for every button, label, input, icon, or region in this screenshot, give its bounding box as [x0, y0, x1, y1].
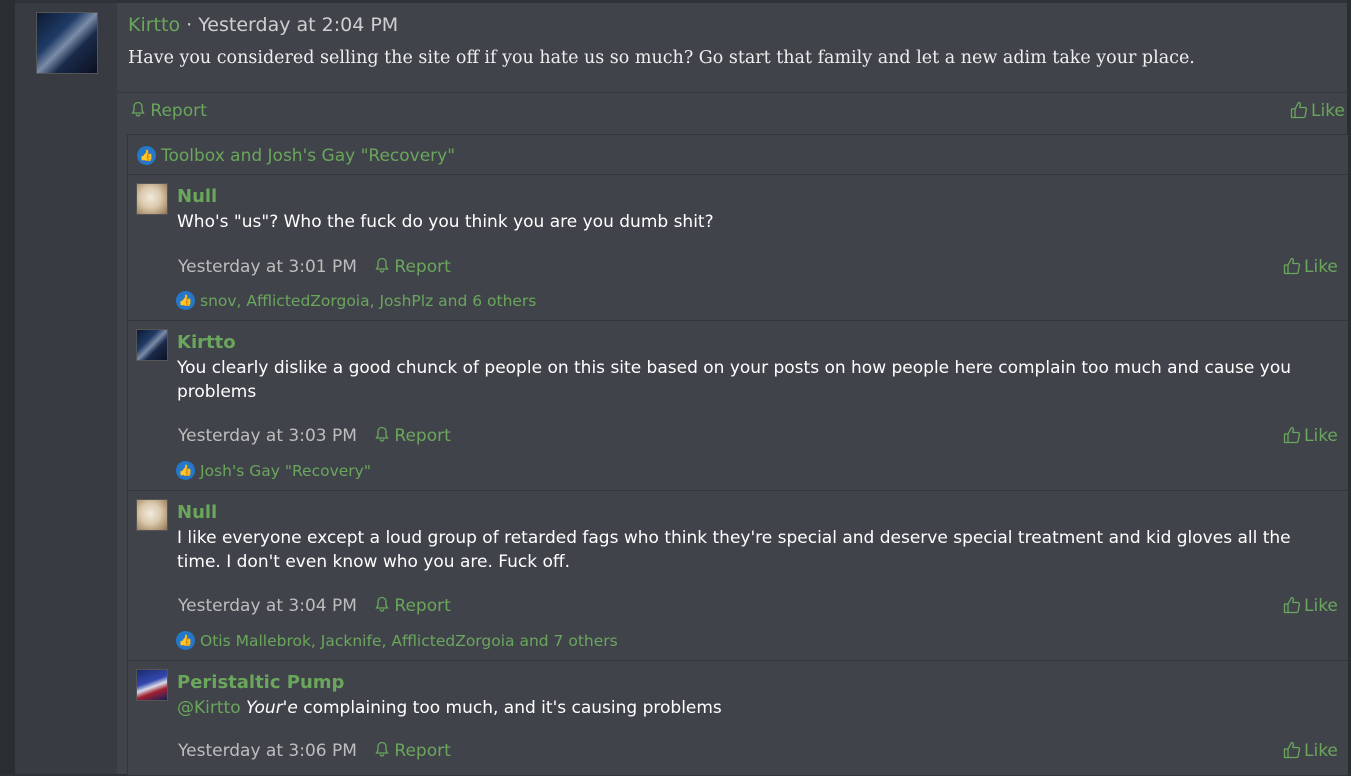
- comment-text: Who's "us"? Who the fuck do you think yo…: [177, 212, 714, 232]
- comment-like-button[interactable]: Like: [1283, 741, 1338, 761]
- thumbs-up-badge-icon: 👍: [137, 146, 156, 165]
- comment-timestamp[interactable]: Yesterday at 3:03 PM: [178, 426, 357, 446]
- comment-like-label: Like: [1304, 596, 1338, 616]
- post-author-link[interactable]: Kirtto: [128, 14, 180, 36]
- bell-icon: [375, 596, 389, 612]
- post-report-label: Report: [150, 101, 207, 121]
- post-like-button[interactable]: Like: [1290, 101, 1345, 121]
- comment-author[interactable]: Kirtto: [177, 332, 236, 353]
- comment-like-button[interactable]: Like: [1283, 257, 1338, 277]
- comment-like-label: Like: [1304, 426, 1338, 446]
- thumbs-up-icon: [1283, 741, 1301, 759]
- comment-report-label: Report: [394, 426, 451, 446]
- comment-item: Null I like everyone except a loud group…: [128, 491, 1348, 661]
- comment-likers-link[interactable]: Otis Mallebrok, Jacknife, AfflictedZorgo…: [200, 632, 618, 650]
- avatar[interactable]: [136, 499, 168, 531]
- comment-text-rest: complaining too much, and it's causing p…: [297, 698, 722, 718]
- thumbs-up-icon: [1283, 426, 1301, 444]
- bell-icon: [375, 257, 389, 273]
- comment-timestamp[interactable]: Yesterday at 3:06 PM: [178, 741, 357, 761]
- post-body: Have you considered selling the site off…: [128, 48, 1195, 68]
- top-divider: [15, 0, 1347, 3]
- thumbs-up-icon: [1290, 101, 1308, 119]
- bell-icon: [375, 426, 389, 442]
- comment-like-label: Like: [1304, 257, 1338, 277]
- bell-icon: [375, 741, 389, 757]
- comment-item: Kirtto You clearly dislike a good chunck…: [128, 321, 1348, 491]
- bell-icon: [131, 101, 145, 117]
- post-user-column: [15, 3, 117, 774]
- thumbs-up-badge-icon: 👍: [176, 291, 195, 310]
- avatar[interactable]: [136, 183, 168, 215]
- comment-report-button[interactable]: Report: [375, 257, 451, 277]
- comment-text: @Kirtto Your'e complaining too much, and…: [177, 696, 1317, 720]
- thumbs-up-badge-icon: 👍: [176, 631, 195, 650]
- comment-report-label: Report: [394, 741, 451, 761]
- comment-author[interactable]: Peristaltic Pump: [177, 672, 344, 693]
- comment-like-button[interactable]: Like: [1283, 426, 1338, 446]
- avatar[interactable]: [36, 12, 98, 74]
- comments-section: 👍 Toolbox and Josh's Gay "Recovery" Null…: [127, 134, 1348, 776]
- comment-item: Peristaltic Pump @Kirtto Your'e complain…: [128, 661, 1348, 775]
- page-gutter-left: [0, 0, 15, 774]
- emphasized-text: Your'e: [246, 698, 298, 718]
- comment-report-button[interactable]: Report: [375, 426, 451, 446]
- post-divider: [117, 92, 1347, 93]
- avatar[interactable]: [136, 669, 168, 701]
- comment-text: I like everyone except a loud group of r…: [177, 528, 1291, 572]
- thumbs-up-badge-icon: 👍: [176, 461, 195, 480]
- meta-separator: ·: [186, 14, 193, 36]
- comment-author[interactable]: Null: [177, 186, 217, 207]
- post-meta: Kirtto · Yesterday at 2:04 PM: [128, 14, 398, 36]
- comment-text: You clearly dislike a good chunck of peo…: [177, 358, 1292, 402]
- post-timestamp[interactable]: Yesterday at 2:04 PM: [198, 14, 398, 36]
- thumbs-up-icon: [1283, 257, 1301, 275]
- post-likers-bar: 👍 Toolbox and Josh's Gay "Recovery": [128, 135, 1348, 175]
- comment-timestamp[interactable]: Yesterday at 3:04 PM: [178, 596, 357, 616]
- comment-item: Null Who's "us"? Who the fuck do you thi…: [128, 175, 1348, 321]
- post-like-label: Like: [1311, 101, 1345, 121]
- user-mention-link[interactable]: @Kirtto: [177, 698, 241, 718]
- comment-report-label: Report: [394, 596, 451, 616]
- post-likers-link[interactable]: Toolbox and Josh's Gay "Recovery": [161, 146, 455, 166]
- thumbs-up-icon: [1283, 596, 1301, 614]
- comment-timestamp[interactable]: Yesterday at 3:01 PM: [178, 257, 357, 277]
- avatar[interactable]: [136, 329, 168, 361]
- comment-likers-link[interactable]: Josh's Gay "Recovery": [200, 462, 371, 480]
- comment-report-button[interactable]: Report: [375, 596, 451, 616]
- comment-likers-link[interactable]: snov, AfflictedZorgoia, JoshPlz and 6 ot…: [200, 292, 536, 310]
- comment-like-button[interactable]: Like: [1283, 596, 1338, 616]
- comment-like-label: Like: [1304, 741, 1338, 761]
- comment-author[interactable]: Null: [177, 502, 217, 523]
- comment-report-label: Report: [394, 257, 451, 277]
- post-report-button[interactable]: Report: [131, 101, 207, 121]
- comment-report-button[interactable]: Report: [375, 741, 451, 761]
